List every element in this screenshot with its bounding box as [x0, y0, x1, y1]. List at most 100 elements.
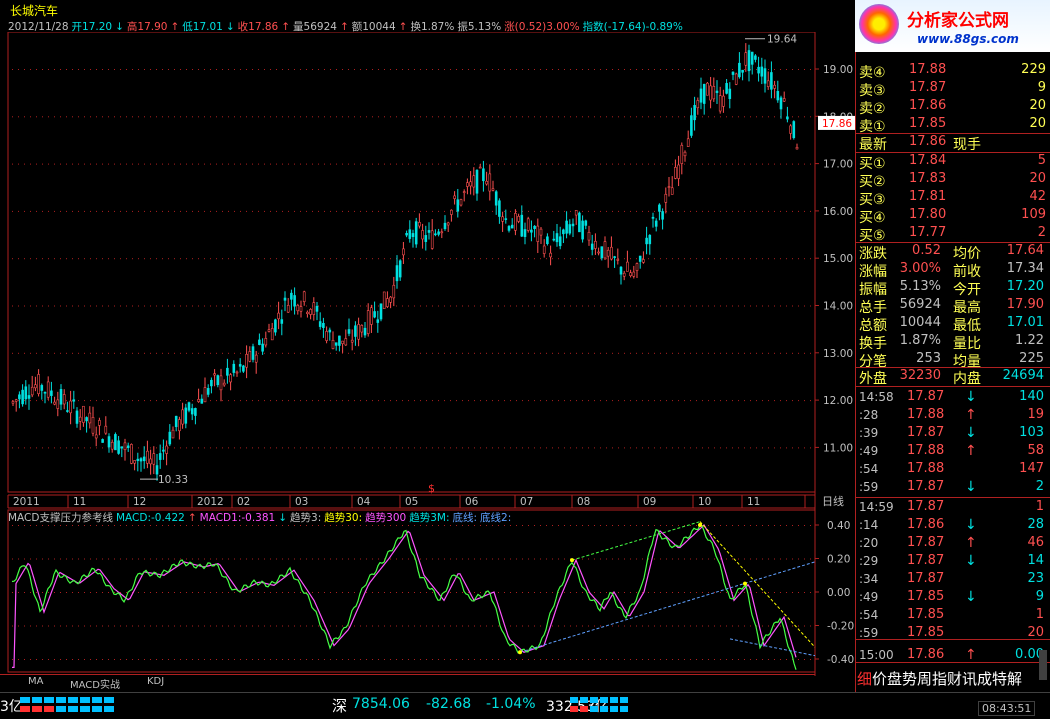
grid-dot: [552, 525, 553, 526]
indicator-tab-2[interactable]: KDJ: [147, 676, 164, 687]
grid-dot: [348, 659, 349, 660]
grid-dot: [468, 525, 469, 526]
quote-row-sell-4: 卖④ 17.88 229: [859, 62, 1048, 81]
panel-scrollbar[interactable]: [1039, 650, 1047, 680]
grid-dot: [762, 116, 763, 118]
grid-dot: [186, 525, 187, 526]
outer-label: 外盘: [859, 371, 887, 387]
grid-dot: [720, 447, 721, 449]
grid-dot: [372, 305, 373, 307]
grid-dot: [354, 116, 355, 118]
grid-dot: [486, 163, 487, 165]
grid-dot: [408, 525, 409, 526]
grid-dot: [30, 592, 31, 593]
grid-dot: [78, 69, 79, 70]
grid-dot: [534, 525, 535, 526]
candle-body: [622, 272, 626, 277]
grid-dot: [582, 525, 583, 526]
grid-dot: [258, 69, 259, 70]
grid-dot: [378, 210, 379, 212]
tick-time: :49: [859, 590, 879, 604]
grid-dot: [696, 625, 697, 627]
candle-body: [446, 222, 450, 226]
index-name: 深: [332, 697, 348, 715]
grid-dot: [690, 525, 691, 526]
tick-price: 17.85: [907, 625, 945, 640]
grid-dot: [642, 69, 643, 70]
grid-dot: [150, 558, 151, 560]
grid-dot: [396, 305, 397, 307]
grid-dot: [186, 258, 187, 260]
grid-dot: [294, 116, 295, 118]
grid-dot: [426, 305, 427, 307]
grid-dot: [678, 116, 679, 118]
tick-arrow: ↓: [965, 517, 977, 533]
grid-dot: [684, 558, 685, 560]
grid-dot: [336, 116, 337, 118]
grid-dot: [72, 625, 73, 627]
candle-body: [200, 398, 204, 404]
grid-dot: [462, 625, 463, 627]
indicator-tab-0[interactable]: MA: [28, 676, 43, 687]
grid-dot: [750, 352, 751, 354]
grid-dot: [366, 352, 367, 354]
high-label: 19.64: [767, 34, 797, 46]
grid-dot: [804, 69, 805, 70]
grid-dot: [426, 400, 427, 402]
candle-body: [142, 456, 146, 462]
panel-tab-detail[interactable]: 细: [857, 670, 872, 688]
outer-row: 外盘 32230 内盘 24694: [859, 368, 1048, 387]
grid-dot: [480, 258, 481, 260]
grid-dot: [432, 659, 433, 660]
grid-dot: [264, 116, 265, 118]
grid-dot: [804, 258, 805, 260]
grid-dot: [432, 258, 433, 260]
grid-dot: [504, 258, 505, 260]
grid-dot: [522, 659, 523, 660]
grid-dot: [150, 525, 151, 526]
grid-dot: [360, 659, 361, 660]
grid-dot: [594, 116, 595, 118]
grid-dot: [786, 659, 787, 660]
grid-dot: [288, 116, 289, 118]
grid-dot: [222, 116, 223, 118]
candle-body: [78, 416, 82, 422]
grid-dot: [648, 659, 649, 660]
grid-dot: [546, 69, 547, 70]
grid-dot: [672, 163, 673, 165]
tab-divider: [0, 674, 815, 675]
indicator-tab-1[interactable]: MACD实战: [70, 676, 120, 691]
period-label[interactable]: 日线: [822, 494, 844, 508]
grid-dot: [558, 163, 559, 165]
macd-chart[interactable]: 0.400.200.00-0.20-0.40: [0, 508, 855, 676]
grid-dot: [780, 305, 781, 307]
grid-dot: [648, 525, 649, 526]
grid-dot: [372, 625, 373, 627]
grid-dot: [336, 659, 337, 660]
grid-dot: [486, 258, 487, 260]
grid-dot: [516, 447, 517, 449]
grid-dot: [540, 400, 541, 402]
stat-row: 总手 56924 最高 17.90: [859, 297, 1048, 316]
tick-row: 14:58 17.87 ↓ 140: [859, 389, 1048, 407]
grid-dot: [390, 352, 391, 354]
candle-body: [766, 80, 770, 87]
panel-tab-list[interactable]: 价盘势周指财讯成特解: [872, 670, 1022, 688]
candle-body: [258, 339, 261, 345]
grid-dot: [192, 525, 193, 526]
grid-dot: [624, 258, 625, 260]
grid-dot: [690, 163, 691, 165]
grid-dot: [378, 558, 379, 560]
grid-dot: [720, 210, 721, 212]
grid-dot: [804, 659, 805, 660]
grid-dot: [18, 352, 19, 354]
grid-dot: [204, 305, 205, 307]
grid-dot: [516, 163, 517, 165]
grid-dot: [384, 625, 385, 627]
grid-dot: [354, 163, 355, 165]
grid-dot: [270, 258, 271, 260]
candle-body: [654, 220, 658, 227]
candlestick-chart[interactable]: 19.0018.0017.0016.0015.0014.0013.0012.00…: [0, 32, 855, 510]
grid-dot: [522, 305, 523, 307]
candle-body: [789, 125, 792, 134]
